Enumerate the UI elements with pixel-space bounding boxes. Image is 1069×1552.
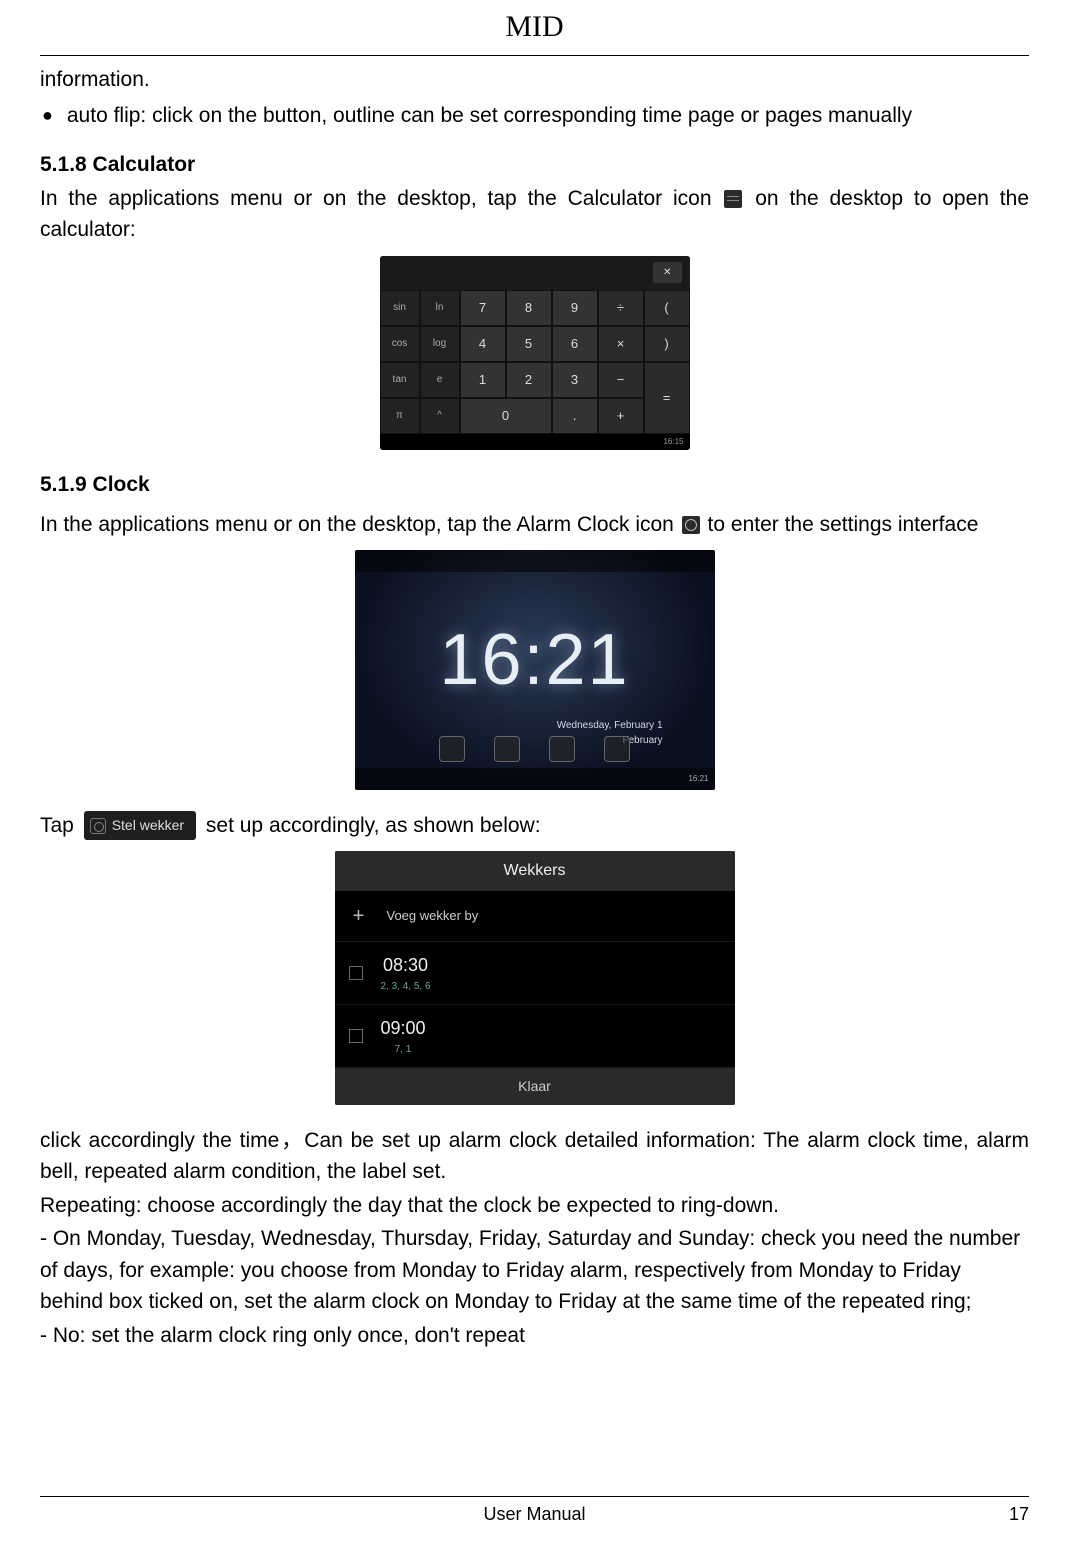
- wekkers-title: Wekkers: [335, 851, 735, 891]
- para-no-repeat: - No: set the alarm clock ring only once…: [40, 1320, 1029, 1352]
- wekkers-figure: Wekkers + Voeg wekker by 08:30 2, 3, 4, …: [40, 851, 1029, 1115]
- calc-key-lparen: (: [644, 290, 690, 326]
- calculator-figure: ✕ sin ln 7 8 9 ÷ ( cos log 4 5 6 × ) ta: [40, 256, 1029, 460]
- calc-statusbar: 16:15: [380, 434, 690, 450]
- alarm-days-1: 2, 3, 4, 5, 6: [381, 979, 431, 994]
- clock-topbar: [355, 550, 715, 572]
- page-footer: User Manual 17: [40, 1496, 1029, 1528]
- calc-delete-icon: ✕: [653, 262, 681, 283]
- calc-key-div: ÷: [598, 290, 644, 326]
- calc-key-6: 6: [552, 326, 598, 362]
- footer-label: User Manual: [483, 1501, 585, 1528]
- header-rule: [40, 55, 1029, 56]
- calc-key-mul: ×: [598, 326, 644, 362]
- alarm-checkbox-2: [349, 1029, 363, 1043]
- wekkers-alarm-row-1: 08:30 2, 3, 4, 5, 6: [335, 942, 735, 1005]
- wekkers-add-label: Voeg wekker by: [387, 906, 479, 926]
- wekkers-alarm-row-2: 09:00 7, 1: [335, 1005, 735, 1068]
- clock-body-after: to enter the settings interface: [708, 513, 979, 536]
- alarm-clock-icon: [682, 516, 700, 534]
- calc-key-pi: π: [380, 398, 420, 434]
- clock-alarm-icon: [439, 736, 465, 762]
- calc-keypad: sin ln 7 8 9 ÷ ( cos log 4 5 6 × ) tan e…: [380, 290, 690, 434]
- clock-body-before: In the applications menu or on the deskt…: [40, 513, 680, 536]
- calc-key-4: 4: [460, 326, 506, 362]
- calc-key-ln: ln: [420, 290, 460, 326]
- clock-gallery-icon: [494, 736, 520, 762]
- tap-line-after: set up accordingly, as shown below:: [206, 814, 541, 837]
- calc-key-eq: =: [644, 362, 690, 434]
- clock-screenshot: 16:21 Wednesday, February 1 February 16:…: [355, 550, 715, 790]
- footer-page-number: 17: [1009, 1501, 1029, 1528]
- calc-key-rparen: ): [644, 326, 690, 362]
- calculator-icon: [724, 190, 742, 208]
- clock-home-icon: [604, 736, 630, 762]
- stel-wekker-button: Stel wekker: [84, 811, 196, 840]
- calc-display-row: ✕: [380, 256, 690, 290]
- stel-wekker-label: Stel wekker: [112, 815, 184, 836]
- calc-key-1: 1: [460, 362, 506, 398]
- clock-time-display: 16:21: [355, 550, 715, 714]
- calc-key-tan: tan: [380, 362, 420, 398]
- calculator-body: In the applications menu or on the deskt…: [40, 183, 1029, 246]
- calc-key-2: 2: [506, 362, 552, 398]
- para-repeating: Repeating: choose accordingly the day th…: [40, 1190, 1029, 1222]
- page-header: MID: [40, 4, 1029, 56]
- para-weekdays: - On Monday, Tuesday, Wednesday, Thursda…: [40, 1223, 1029, 1318]
- heading-clock: 5.1.9 Clock: [40, 469, 1029, 501]
- calc-key-0: 0: [460, 398, 552, 434]
- wekkers-screenshot: Wekkers + Voeg wekker by 08:30 2, 3, 4, …: [335, 851, 735, 1105]
- calc-key-9: 9: [552, 290, 598, 326]
- calc-key-add: +: [598, 398, 644, 434]
- clock-bottombar: 16:21: [355, 768, 715, 790]
- clock-figure: 16:21 Wednesday, February 1 February 16:…: [40, 550, 1029, 800]
- calculator-body-before: In the applications menu or on the deskt…: [40, 187, 722, 210]
- wekkers-add-row: + Voeg wekker by: [335, 891, 735, 942]
- calc-key-sub: −: [598, 362, 644, 398]
- para-click-time: click accordingly the time，Can be set up…: [40, 1125, 1029, 1188]
- tap-line-before: Tap: [40, 814, 80, 837]
- clock-music-icon: [549, 736, 575, 762]
- calc-key-3: 3: [552, 362, 598, 398]
- page-content: information. ● auto flip: click on the b…: [40, 64, 1029, 1351]
- heading-calculator: 5.1.8 Calculator: [40, 149, 1029, 181]
- calc-key-dot: .: [552, 398, 598, 434]
- calc-key-pow: ^: [420, 398, 460, 434]
- calc-key-8: 8: [506, 290, 552, 326]
- doc-title: MID: [40, 4, 1029, 49]
- clock-button-row: [355, 736, 715, 762]
- calculator-screenshot: ✕ sin ln 7 8 9 ÷ ( cos log 4 5 6 × ) ta: [380, 256, 690, 450]
- calc-key-cos: cos: [380, 326, 420, 362]
- bullet-dot-icon: ●: [42, 100, 53, 130]
- calc-key-e: e: [420, 362, 460, 398]
- stel-wekker-icon: [90, 818, 106, 834]
- calc-key-log: log: [420, 326, 460, 362]
- calc-key-7: 7: [460, 290, 506, 326]
- wekkers-footer-button: Klaar: [335, 1068, 735, 1105]
- alarm-time-1: 08:30: [381, 952, 431, 979]
- bullet-text: auto flip: click on the button, outline …: [67, 100, 912, 132]
- alarm-time-2: 09:00: [381, 1015, 426, 1042]
- tap-line: Tap Stel wekker set up accordingly, as s…: [40, 810, 1029, 842]
- alarm-checkbox-1: [349, 966, 363, 980]
- footer-rule: [40, 1496, 1029, 1497]
- intro-tail-text: information.: [40, 64, 1029, 96]
- calc-key-sin: sin: [380, 290, 420, 326]
- bullet-item: ● auto flip: click on the button, outlin…: [40, 100, 1029, 132]
- clock-body: In the applications menu or on the deskt…: [40, 509, 1029, 541]
- alarm-days-2: 7, 1: [381, 1042, 426, 1057]
- plus-icon: +: [349, 901, 369, 931]
- calc-key-5: 5: [506, 326, 552, 362]
